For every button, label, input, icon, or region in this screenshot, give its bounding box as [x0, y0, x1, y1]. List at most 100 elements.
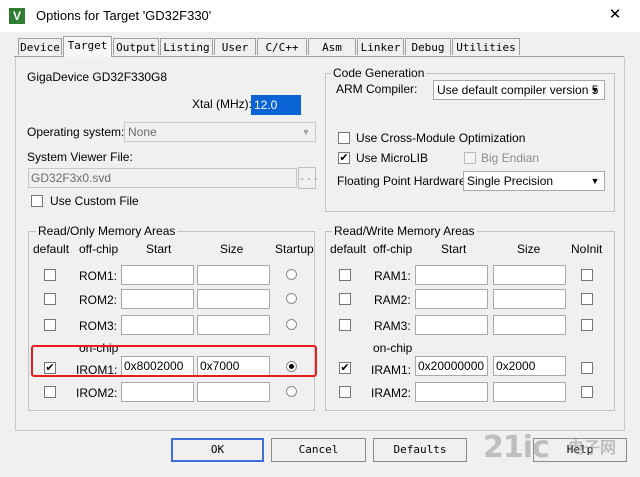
iram2-default-checkbox[interactable] [339, 386, 351, 398]
rom2-default-checkbox[interactable] [44, 293, 56, 305]
ram2-noinit-checkbox[interactable] [581, 293, 593, 305]
cross-module-checkbox[interactable] [338, 132, 350, 144]
ram-onchip-label: on-chip [373, 341, 413, 355]
tab-debug[interactable]: Debug [405, 38, 451, 55]
tab-user[interactable]: User [214, 38, 256, 55]
iram1-noinit-checkbox[interactable] [581, 362, 593, 374]
ram1-noinit-checkbox[interactable] [581, 269, 593, 281]
ram-header-start: Start [441, 242, 467, 256]
svd-browse-button[interactable]: ... [298, 167, 319, 189]
ram2-default-checkbox[interactable] [339, 293, 351, 305]
tab-output[interactable]: Output [113, 38, 159, 55]
irom2-start-input[interactable] [121, 382, 194, 402]
big-endian-checkbox[interactable] [464, 152, 476, 164]
rom1-size-input[interactable] [197, 265, 270, 285]
iram1-size-input[interactable]: 0x2000 [493, 356, 566, 376]
tab-target[interactable]: Target [63, 36, 112, 57]
xtal-input[interactable]: 12.0 [251, 95, 301, 115]
rom1-label: ROM1: [79, 269, 118, 283]
rom2-size-input[interactable] [197, 289, 270, 309]
ram1-default-checkbox[interactable] [339, 269, 351, 281]
ram3-label: RAM3: [374, 319, 411, 333]
microlib-checkbox[interactable]: ✔ [338, 152, 350, 164]
iram2-label: IRAM2: [371, 386, 412, 400]
irom2-default-checkbox[interactable] [44, 386, 56, 398]
rom1-default-checkbox[interactable] [44, 269, 56, 281]
ram-areas-title: Read/Write Memory Areas [332, 224, 477, 238]
os-select[interactable]: None ▼ [124, 122, 316, 142]
options-dialog: V Options for Target 'GD32F330' ✕ Device… [0, 0, 640, 477]
cross-module-label: Use Cross-Module Optimization [356, 131, 526, 145]
rom2-start-input[interactable] [121, 289, 194, 309]
tab-linker[interactable]: Linker [357, 38, 404, 55]
os-label: Operating system: [27, 125, 125, 139]
os-value: None [128, 125, 157, 139]
ram2-size-input[interactable] [493, 289, 566, 309]
fp-hardware-value: Single Precision [467, 174, 554, 188]
rom-header-startup: Startup [275, 242, 314, 256]
code-generation-title: Code Generation [331, 66, 427, 80]
microlib-label: Use MicroLIB [356, 151, 429, 165]
arm-compiler-value: Use default compiler version 5 [437, 83, 599, 97]
rom-areas-title: Read/Only Memory Areas [36, 224, 178, 238]
ram3-size-input[interactable] [493, 315, 566, 335]
rom3-label: ROM3: [79, 319, 118, 333]
ram2-label: RAM2: [374, 293, 411, 307]
iram2-size-input[interactable] [493, 382, 566, 402]
device-name: GigaDevice GD32F330G8 [27, 70, 168, 84]
watermark-sub: 电子网 [568, 438, 617, 457]
ram-header-offchip: off-chip [373, 242, 413, 256]
close-icon[interactable]: ✕ [604, 5, 626, 25]
svd-label: System Viewer File: [27, 150, 133, 164]
cancel-button[interactable]: Cancel [271, 438, 366, 462]
ram-header-size: Size [517, 242, 541, 256]
iram1-start-input[interactable]: 0x20000000 [415, 356, 488, 376]
irom2-size-input[interactable] [197, 382, 270, 402]
chevron-down-icon: ▼ [301, 127, 311, 137]
custom-file-label: Use Custom File [50, 194, 139, 208]
rom2-startup-radio[interactable] [286, 293, 297, 304]
iram2-noinit-checkbox[interactable] [581, 386, 593, 398]
fp-hardware-label: Floating Point Hardware: [337, 174, 470, 188]
watermark-logo: 21ic [483, 430, 550, 465]
ram3-default-checkbox[interactable] [339, 319, 351, 331]
chevron-down-icon: ▼ [590, 176, 600, 186]
rom1-startup-radio[interactable] [286, 269, 297, 280]
rom3-startup-radio[interactable] [286, 319, 297, 330]
iram2-start-input[interactable] [415, 382, 488, 402]
chevron-down-icon: ▼ [590, 85, 600, 95]
rom1-start-input[interactable] [121, 265, 194, 285]
iram1-default-checkbox[interactable]: ✔ [339, 362, 351, 374]
ok-button[interactable]: OK [171, 438, 264, 462]
title-bar: V Options for Target 'GD32F330' ✕ [0, 0, 640, 32]
svd-file-input[interactable]: GD32F3x0.svd [28, 168, 297, 188]
tab-device[interactable]: Device [18, 38, 62, 55]
ram1-size-input[interactable] [493, 265, 566, 285]
ram3-noinit-checkbox[interactable] [581, 319, 593, 331]
custom-file-checkbox[interactable] [31, 195, 43, 207]
big-endian-label: Big Endian [481, 151, 540, 165]
rom3-size-input[interactable] [197, 315, 270, 335]
tab-utilities[interactable]: Utilities [452, 38, 520, 55]
tab-listing[interactable]: Listing [160, 38, 213, 55]
keil-app-icon: V [9, 8, 25, 24]
defaults-button[interactable]: Defaults [373, 438, 467, 462]
tab-asm[interactable]: Asm [308, 38, 356, 55]
fp-hardware-select[interactable]: Single Precision ▼ [463, 171, 605, 191]
irom2-startup-radio[interactable] [286, 386, 297, 397]
ram3-start-input[interactable] [415, 315, 488, 335]
ram2-start-input[interactable] [415, 289, 488, 309]
tab-c-cpp[interactable]: C/C++ [257, 38, 307, 55]
iram1-label: IRAM1: [371, 363, 412, 377]
irom1-highlight-annotation [31, 345, 317, 377]
rom-header-size: Size [220, 242, 244, 256]
rom2-label: ROM2: [79, 293, 118, 307]
ram1-start-input[interactable] [415, 265, 488, 285]
rom-header-offchip: off-chip [79, 242, 119, 256]
rom3-default-checkbox[interactable] [44, 319, 56, 331]
rom3-start-input[interactable] [121, 315, 194, 335]
xtal-label: Xtal (MHz): [192, 97, 252, 111]
arm-compiler-select[interactable]: Use default compiler version 5 ▼ [433, 80, 605, 100]
arm-compiler-label: ARM Compiler: [336, 82, 418, 96]
ram1-label: RAM1: [374, 269, 411, 283]
